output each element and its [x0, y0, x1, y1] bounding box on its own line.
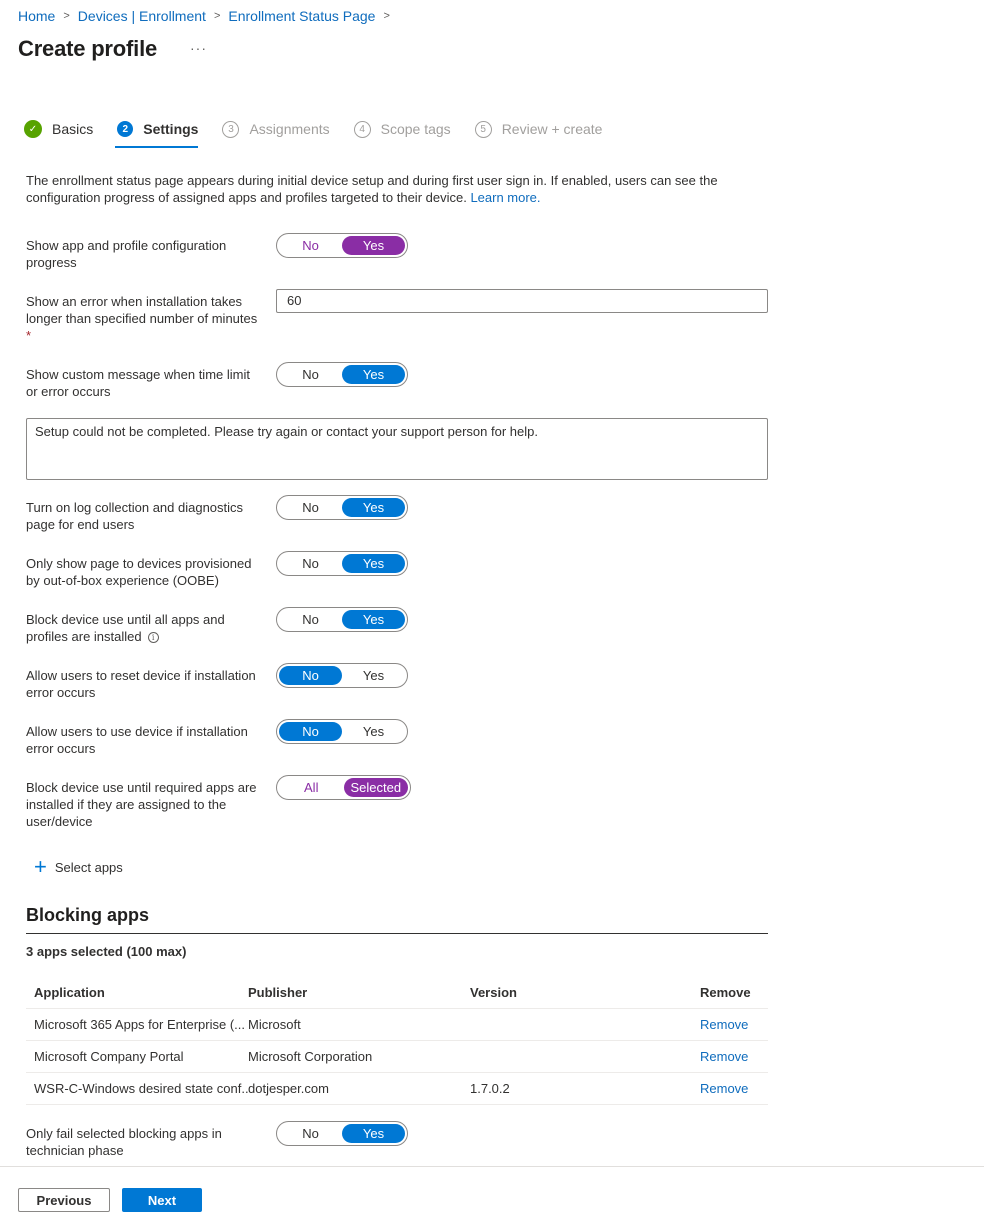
only-fail-selected-toggle[interactable]: No Yes	[276, 1121, 408, 1146]
intro-text: The enrollment status page appears durin…	[26, 172, 756, 206]
step-settings[interactable]: 2 Settings	[115, 117, 199, 148]
select-apps-button[interactable]: + Select apps	[34, 854, 123, 879]
toggle-option-all[interactable]: All	[279, 778, 344, 797]
step-assignments[interactable]: 3 Assignments	[222, 117, 330, 141]
block-required-toggle[interactable]: All Selected	[276, 775, 411, 800]
custom-message-textarea[interactable]: Setup could not be completed. Please try…	[26, 418, 768, 480]
column-header-application: Application	[34, 985, 105, 1000]
allow-reset-label: Allow users to reset device if installat…	[26, 668, 256, 700]
learn-more-link[interactable]: Learn more.	[470, 190, 540, 205]
chevron-right-icon: >	[63, 10, 70, 22]
block-device-label-text: Block device use until all apps and prof…	[26, 612, 225, 644]
breadcrumb-home[interactable]: Home	[18, 8, 55, 24]
wizard-steps: ✓ Basics 2 Settings 3 Assignments 4 Scop…	[24, 117, 626, 148]
more-options-icon[interactable]: ···	[190, 40, 207, 56]
chevron-right-icon: >	[213, 10, 221, 22]
previous-button[interactable]: Previous	[18, 1188, 110, 1212]
remove-link[interactable]: Remove	[700, 1049, 748, 1064]
show-progress-label: Show app and profile configuration progr…	[26, 238, 227, 270]
error-minutes-label-text: Show an error when installation takes lo…	[26, 294, 258, 326]
step-number-badge: 5	[474, 120, 492, 138]
step-scope-tags[interactable]: 4 Scope tags	[353, 117, 451, 141]
step-label: Basics	[52, 121, 94, 137]
step-number-badge: 2	[117, 121, 134, 137]
blocking-apps-heading: Blocking apps	[26, 905, 150, 925]
allow-use-label: Allow users to use device if installatio…	[26, 724, 248, 756]
chevron-right-icon: >	[383, 10, 390, 22]
toggle-option-no[interactable]: No	[279, 666, 342, 685]
toggle-option-no[interactable]: No	[279, 610, 342, 629]
toggle-option-no[interactable]: No	[279, 365, 342, 384]
page-title: Create profile	[18, 36, 158, 61]
breadcrumb: Home > Devices | Enrollment > Enrollment…	[18, 8, 398, 24]
log-collection-label: Turn on log collection and diagnostics p…	[26, 500, 244, 532]
block-required-label: Block device use until required apps are…	[26, 780, 257, 829]
step-label: Review + create	[501, 121, 603, 137]
log-collection-toggle[interactable]: No Yes	[276, 495, 408, 520]
required-indicator: *	[26, 328, 32, 343]
breadcrumb-devices-enrollment[interactable]: Devices | Enrollment	[78, 8, 206, 24]
intro-description: The enrollment status page appears durin…	[26, 173, 718, 205]
cell-application: Microsoft Company Portal	[34, 1049, 184, 1064]
toggle-option-yes[interactable]: Yes	[342, 365, 405, 384]
cell-publisher: Microsoft Corporation	[248, 1049, 373, 1064]
select-apps-label: Select apps	[54, 859, 123, 875]
toggle-option-no[interactable]: No	[279, 1124, 342, 1143]
table-row: Microsoft 365 Apps for Enterprise (... M…	[26, 1009, 768, 1041]
plus-icon: +	[34, 854, 47, 879]
error-minutes-label: Show an error when installation takes lo…	[26, 293, 271, 344]
step-label: Settings	[143, 121, 199, 137]
oobe-only-toggle[interactable]: No Yes	[276, 551, 408, 576]
next-button[interactable]: Next	[122, 1188, 202, 1212]
breadcrumb-enrollment-status-page[interactable]: Enrollment Status Page	[228, 8, 375, 24]
table-row: WSR-C-Windows desired state conf... dotj…	[26, 1073, 768, 1105]
section-divider	[26, 933, 768, 934]
step-basics[interactable]: ✓ Basics	[24, 117, 93, 141]
oobe-only-label: Only show page to devices provisioned by…	[26, 556, 252, 588]
table-header-row: Application Publisher Version Remove	[26, 977, 768, 1009]
checkmark-icon: ✓	[24, 120, 42, 138]
custom-message-toggle[interactable]: No Yes	[276, 362, 408, 387]
step-number-badge: 4	[353, 120, 371, 138]
blocking-apps-table: Application Publisher Version Remove Mic…	[26, 977, 768, 1105]
step-review-create[interactable]: 5 Review + create	[474, 117, 603, 141]
toggle-option-yes[interactable]: Yes	[342, 554, 405, 573]
toggle-option-yes[interactable]: Yes	[342, 236, 405, 255]
column-header-remove: Remove	[700, 985, 751, 1000]
table-row: Microsoft Company Portal Microsoft Corpo…	[26, 1041, 768, 1073]
info-icon[interactable]: i	[147, 632, 159, 644]
error-minutes-input[interactable]: 60	[276, 289, 768, 313]
toggle-option-selected[interactable]: Selected	[343, 778, 408, 797]
step-number-badge: 3	[222, 120, 240, 138]
toggle-option-no[interactable]: No	[279, 498, 342, 517]
only-fail-selected-label: Only fail selected blocking apps in tech…	[26, 1126, 222, 1158]
toggle-option-yes[interactable]: Yes	[342, 498, 405, 517]
toggle-option-yes[interactable]: Yes	[342, 666, 405, 685]
remove-link[interactable]: Remove	[700, 1017, 748, 1032]
toggle-option-no[interactable]: No	[279, 554, 342, 573]
column-header-publisher: Publisher	[248, 985, 308, 1000]
cell-application: WSR-C-Windows desired state conf...	[34, 1081, 248, 1096]
toggle-option-no[interactable]: No	[279, 722, 342, 741]
cell-publisher: Microsoft	[248, 1017, 301, 1032]
cell-publisher: dotjesper.com	[248, 1081, 329, 1096]
column-header-version: Version	[470, 985, 517, 1000]
apps-selected-count: 3 apps selected (100 max)	[26, 944, 187, 959]
cell-version: 1.7.0.2	[470, 1081, 510, 1096]
block-device-toggle[interactable]: No Yes	[276, 607, 408, 632]
remove-link[interactable]: Remove	[700, 1081, 748, 1096]
toggle-option-yes[interactable]: Yes	[342, 1124, 405, 1143]
show-progress-toggle[interactable]: No Yes	[276, 233, 408, 258]
allow-use-toggle[interactable]: No Yes	[276, 719, 408, 744]
allow-reset-toggle[interactable]: No Yes	[276, 663, 408, 688]
toggle-option-yes[interactable]: Yes	[342, 610, 405, 629]
block-device-label: Block device use until all apps and prof…	[26, 611, 236, 645]
step-label: Scope tags	[380, 121, 451, 137]
toggle-option-yes[interactable]: Yes	[342, 722, 405, 741]
cell-application: Microsoft 365 Apps for Enterprise (...	[34, 1017, 245, 1032]
footer-divider	[0, 1166, 984, 1167]
custom-message-label: Show custom message when time limit or e…	[26, 367, 250, 399]
toggle-option-no[interactable]: No	[279, 236, 342, 255]
step-label: Assignments	[249, 121, 330, 137]
